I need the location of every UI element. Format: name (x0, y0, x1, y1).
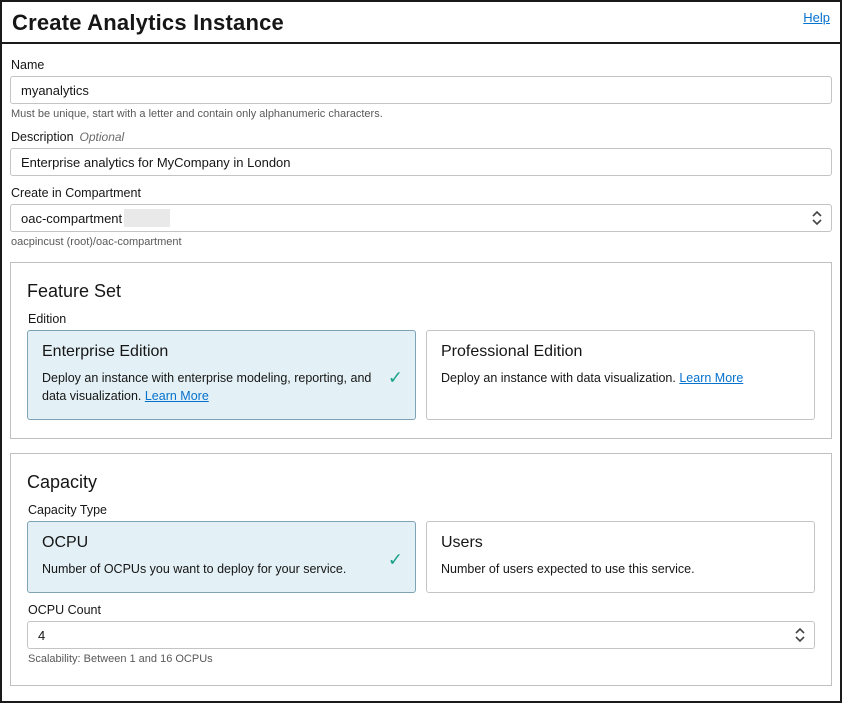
chevron-updown-icon (811, 210, 823, 226)
compartment-label: Create in Compartment (11, 186, 832, 200)
create-analytics-instance-dialog: Create Analytics Instance Help Name Must… (0, 0, 842, 703)
edition-card-row: Enterprise Edition Deploy an instance wi… (27, 330, 815, 420)
ocpu-count-label: OCPU Count (28, 603, 815, 617)
edition-label: Edition (28, 312, 815, 326)
feature-set-title: Feature Set (27, 281, 815, 302)
ocpu-count-select-value: 4 (38, 628, 45, 643)
description-optional-label: Optional (80, 130, 125, 144)
ocpu-count-select[interactable]: 4 (27, 621, 815, 649)
capacity-card-ocpu[interactable]: OCPU Number of OCPUs you want to deploy … (27, 521, 416, 593)
edition-card-title: Enterprise Edition (42, 343, 381, 361)
capacity-title: Capacity (27, 472, 815, 493)
capacity-card-title: OCPU (42, 534, 381, 552)
description-label: Description Optional (11, 130, 832, 144)
description-label-text: Description (11, 130, 74, 144)
ocpu-count-helper: Scalability: Between 1 and 16 OCPUs (28, 653, 815, 665)
compartment-select-highlight (124, 209, 170, 227)
compartment-select-value: oac-compartment (21, 211, 122, 226)
name-label: Name (11, 58, 832, 72)
capacity-card-row: OCPU Number of OCPUs you want to deploy … (27, 521, 815, 593)
capacity-section: Capacity Capacity Type OCPU Number of OC… (10, 453, 832, 686)
dialog-header: Create Analytics Instance Help (2, 2, 840, 44)
edition-card-enterprise[interactable]: Enterprise Edition Deploy an instance wi… (27, 330, 416, 420)
learn-more-link-professional[interactable]: Learn More (679, 371, 743, 385)
description-input[interactable] (10, 148, 832, 176)
edition-card-desc: Deploy an instance with enterprise model… (42, 369, 381, 405)
feature-set-section: Feature Set Edition Enterprise Edition D… (10, 262, 832, 439)
learn-more-link-enterprise[interactable]: Learn More (145, 389, 209, 403)
edition-card-title: Professional Edition (441, 343, 780, 361)
capacity-card-title: Users (441, 534, 780, 552)
capacity-card-desc: Number of users expected to use this ser… (441, 560, 780, 578)
compartment-helper: oacpincust (root)/oac-compartment (11, 236, 832, 248)
check-icon: ✓ (388, 550, 403, 571)
edition-card-professional[interactable]: Professional Edition Deploy an instance … (426, 330, 815, 420)
form-content: Name Must be unique, start with a letter… (2, 44, 840, 686)
name-helper: Must be unique, start with a letter and … (11, 108, 832, 120)
capacity-type-label: Capacity Type (28, 503, 815, 517)
name-input[interactable] (10, 76, 832, 104)
capacity-card-desc: Number of OCPUs you want to deploy for y… (42, 560, 381, 578)
page-title: Create Analytics Instance (12, 10, 284, 36)
edition-card-desc: Deploy an instance with data visualizati… (441, 369, 780, 387)
compartment-select[interactable]: oac-compartment (10, 204, 832, 232)
check-icon: ✓ (388, 368, 403, 389)
capacity-card-users[interactable]: Users Number of users expected to use th… (426, 521, 815, 593)
chevron-updown-icon (794, 627, 806, 643)
edition-card-desc-text: Deploy an instance with data visualizati… (441, 371, 679, 385)
help-link[interactable]: Help (803, 10, 830, 25)
